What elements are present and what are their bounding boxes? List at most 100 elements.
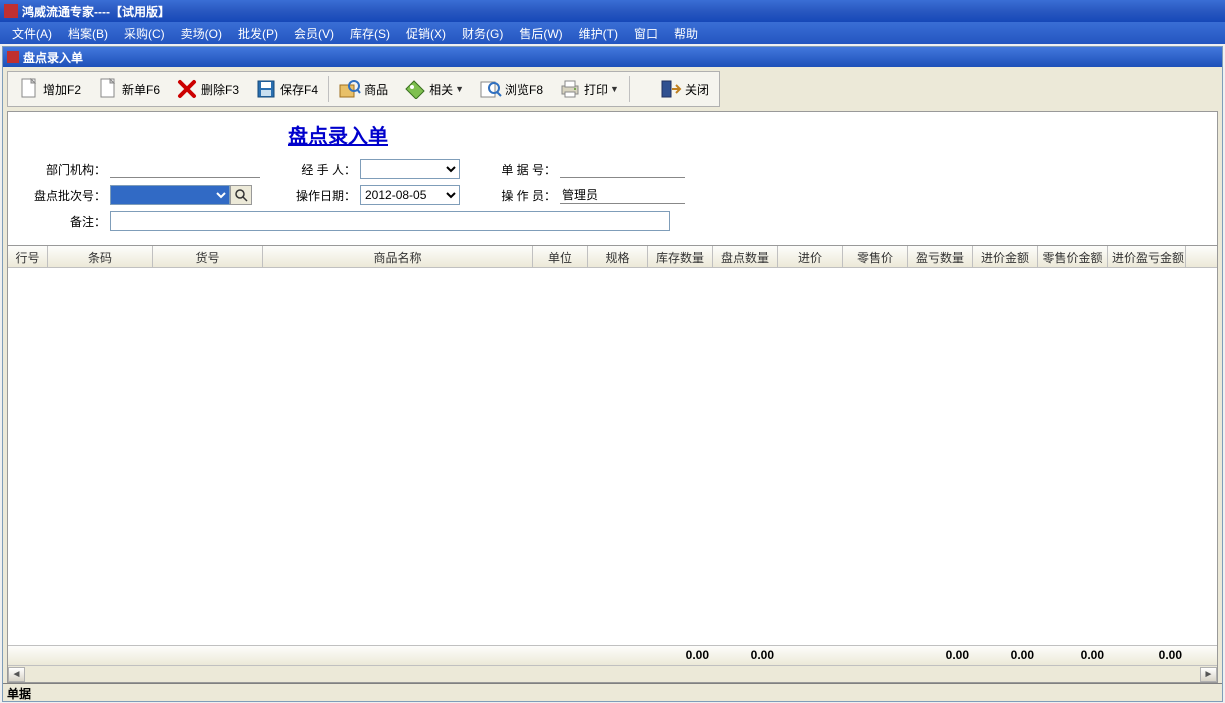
total-value: 0.00 bbox=[1108, 646, 1186, 665]
column-header[interactable]: 行号 bbox=[8, 246, 48, 267]
app-title-bar: 鸿威流通专家----【试用版】 bbox=[0, 0, 1225, 22]
operator-input[interactable] bbox=[560, 186, 685, 204]
menu-archive[interactable]: 档案(B) bbox=[60, 22, 116, 45]
grid-body[interactable] bbox=[8, 268, 1217, 645]
goods-label: 商品 bbox=[364, 81, 388, 98]
delete-x-icon bbox=[176, 78, 198, 100]
menu-maintain[interactable]: 维护(T) bbox=[571, 22, 626, 45]
print-button[interactable]: 打印 ▼ bbox=[552, 74, 626, 104]
column-header[interactable]: 条码 bbox=[48, 246, 153, 267]
related-button[interactable]: 相关 ▼ bbox=[397, 74, 471, 104]
menu-wholesale[interactable]: 批发(P) bbox=[230, 22, 286, 45]
save-label: 保存F4 bbox=[280, 81, 318, 98]
menu-window[interactable]: 窗口 bbox=[626, 22, 666, 45]
column-header[interactable]: 盘点数量 bbox=[713, 246, 778, 267]
grid-header: 行号条码货号商品名称单位规格库存数量盘点数量进价零售价盈亏数量进价金额零售价金额… bbox=[8, 246, 1217, 268]
menu-help[interactable]: 帮助 bbox=[666, 22, 706, 45]
browse-magnifier-icon bbox=[480, 78, 502, 100]
document-blank-icon bbox=[97, 78, 119, 100]
batch-search-button[interactable] bbox=[230, 185, 252, 205]
operator-label: 操 作 员： bbox=[478, 187, 556, 204]
add-label: 增加F2 bbox=[43, 81, 81, 98]
total-value: 0.00 bbox=[973, 646, 1038, 665]
dept-input[interactable] bbox=[110, 160, 260, 178]
document-new-icon bbox=[18, 78, 40, 100]
exit-door-icon bbox=[660, 78, 682, 100]
goods-button[interactable]: 商品 bbox=[332, 74, 395, 104]
menu-finance[interactable]: 财务(G) bbox=[454, 22, 511, 45]
column-header[interactable]: 零售价金额 bbox=[1038, 246, 1108, 267]
close-label: 关闭 bbox=[685, 81, 709, 98]
batch-select[interactable] bbox=[110, 185, 230, 205]
print-label: 打印 bbox=[584, 81, 608, 98]
toolbar-separator bbox=[629, 76, 630, 102]
child-window-icon bbox=[7, 51, 19, 63]
toolbar: 增加F2 新单F6 删除F3 保存F4 商品 bbox=[7, 71, 720, 107]
column-header[interactable]: 货号 bbox=[153, 246, 263, 267]
add-button[interactable]: 增加F2 bbox=[11, 74, 88, 104]
child-window: 盘点录入单 增加F2 新单F6 删除F3 保存F4 bbox=[2, 46, 1223, 702]
save-floppy-icon bbox=[255, 78, 277, 100]
opdate-label: 操作日期： bbox=[278, 187, 356, 204]
column-header[interactable]: 单位 bbox=[533, 246, 588, 267]
status-bar: 单据 bbox=[3, 683, 1222, 701]
related-tag-icon bbox=[404, 78, 426, 100]
column-header[interactable]: 库存数量 bbox=[648, 246, 713, 267]
menu-sales[interactable]: 卖场(O) bbox=[173, 22, 230, 45]
handler-select[interactable] bbox=[360, 159, 460, 179]
printer-icon bbox=[559, 78, 581, 100]
column-header[interactable]: 规格 bbox=[588, 246, 648, 267]
browse-label: 浏览F8 bbox=[505, 81, 543, 98]
form-title: 盘点录入单 bbox=[288, 120, 1197, 149]
app-icon bbox=[4, 4, 18, 18]
column-header[interactable]: 进价金额 bbox=[973, 246, 1038, 267]
remark-label: 备注： bbox=[28, 213, 106, 230]
menu-member[interactable]: 会员(V) bbox=[286, 22, 342, 45]
child-window-title: 盘点录入单 bbox=[23, 49, 83, 66]
total-value: 0.00 bbox=[713, 646, 778, 665]
menu-file[interactable]: 文件(A) bbox=[4, 22, 60, 45]
opdate-select[interactable]: 2012-08-05 bbox=[360, 185, 460, 205]
total-value: 0.00 bbox=[648, 646, 713, 665]
handler-label: 经 手 人： bbox=[278, 161, 356, 178]
scroll-left-icon[interactable]: ◄ bbox=[8, 667, 25, 682]
menu-inventory[interactable]: 库存(S) bbox=[342, 22, 398, 45]
search-icon bbox=[234, 188, 248, 202]
main-menu-bar: 文件(A) 档案(B) 采购(C) 卖场(O) 批发(P) 会员(V) 库存(S… bbox=[0, 22, 1225, 44]
data-grid: 行号条码货号商品名称单位规格库存数量盘点数量进价零售价盈亏数量进价金额零售价金额… bbox=[7, 245, 1218, 683]
close-button[interactable]: 关闭 bbox=[653, 74, 716, 104]
column-header[interactable]: 进价盈亏金额 bbox=[1108, 246, 1186, 267]
new-label: 新单F6 bbox=[122, 81, 160, 98]
menu-promo[interactable]: 促销(X) bbox=[398, 22, 454, 45]
app-title: 鸿威流通专家----【试用版】 bbox=[22, 3, 170, 20]
scroll-track[interactable] bbox=[25, 667, 1200, 682]
scroll-right-icon[interactable]: ► bbox=[1200, 667, 1217, 682]
column-header[interactable]: 盈亏数量 bbox=[908, 246, 973, 267]
column-header[interactable]: 进价 bbox=[778, 246, 843, 267]
child-window-title-bar: 盘点录入单 bbox=[3, 47, 1222, 67]
totals-row: 0.000.000.000.000.000.00 bbox=[8, 645, 1217, 665]
delete-label: 删除F3 bbox=[201, 81, 239, 98]
batch-label: 盘点批次号： bbox=[28, 187, 106, 204]
related-label: 相关 bbox=[429, 81, 453, 98]
save-button[interactable]: 保存F4 bbox=[248, 74, 325, 104]
column-header[interactable]: 零售价 bbox=[843, 246, 908, 267]
chevron-down-icon: ▼ bbox=[610, 84, 619, 94]
total-value: 0.00 bbox=[908, 646, 973, 665]
horizontal-scrollbar[interactable]: ◄ ► bbox=[8, 665, 1217, 682]
docno-input[interactable] bbox=[560, 160, 685, 178]
browse-button[interactable]: 浏览F8 bbox=[473, 74, 550, 104]
remark-input[interactable] bbox=[110, 211, 670, 231]
goods-search-icon bbox=[339, 78, 361, 100]
form-panel: 盘点录入单 部门机构： 经 手 人： 单 据 号： 盘点批次号： bbox=[7, 111, 1218, 245]
chevron-down-icon: ▼ bbox=[455, 84, 464, 94]
column-header[interactable]: 商品名称 bbox=[263, 246, 533, 267]
menu-after[interactable]: 售后(W) bbox=[511, 22, 570, 45]
total-value: 0.00 bbox=[1038, 646, 1108, 665]
delete-button[interactable]: 删除F3 bbox=[169, 74, 246, 104]
status-text: 单据 bbox=[7, 687, 31, 701]
new-button[interactable]: 新单F6 bbox=[90, 74, 167, 104]
menu-purchase[interactable]: 采购(C) bbox=[116, 22, 173, 45]
docno-label: 单 据 号： bbox=[478, 161, 556, 178]
dept-label: 部门机构： bbox=[28, 161, 106, 178]
